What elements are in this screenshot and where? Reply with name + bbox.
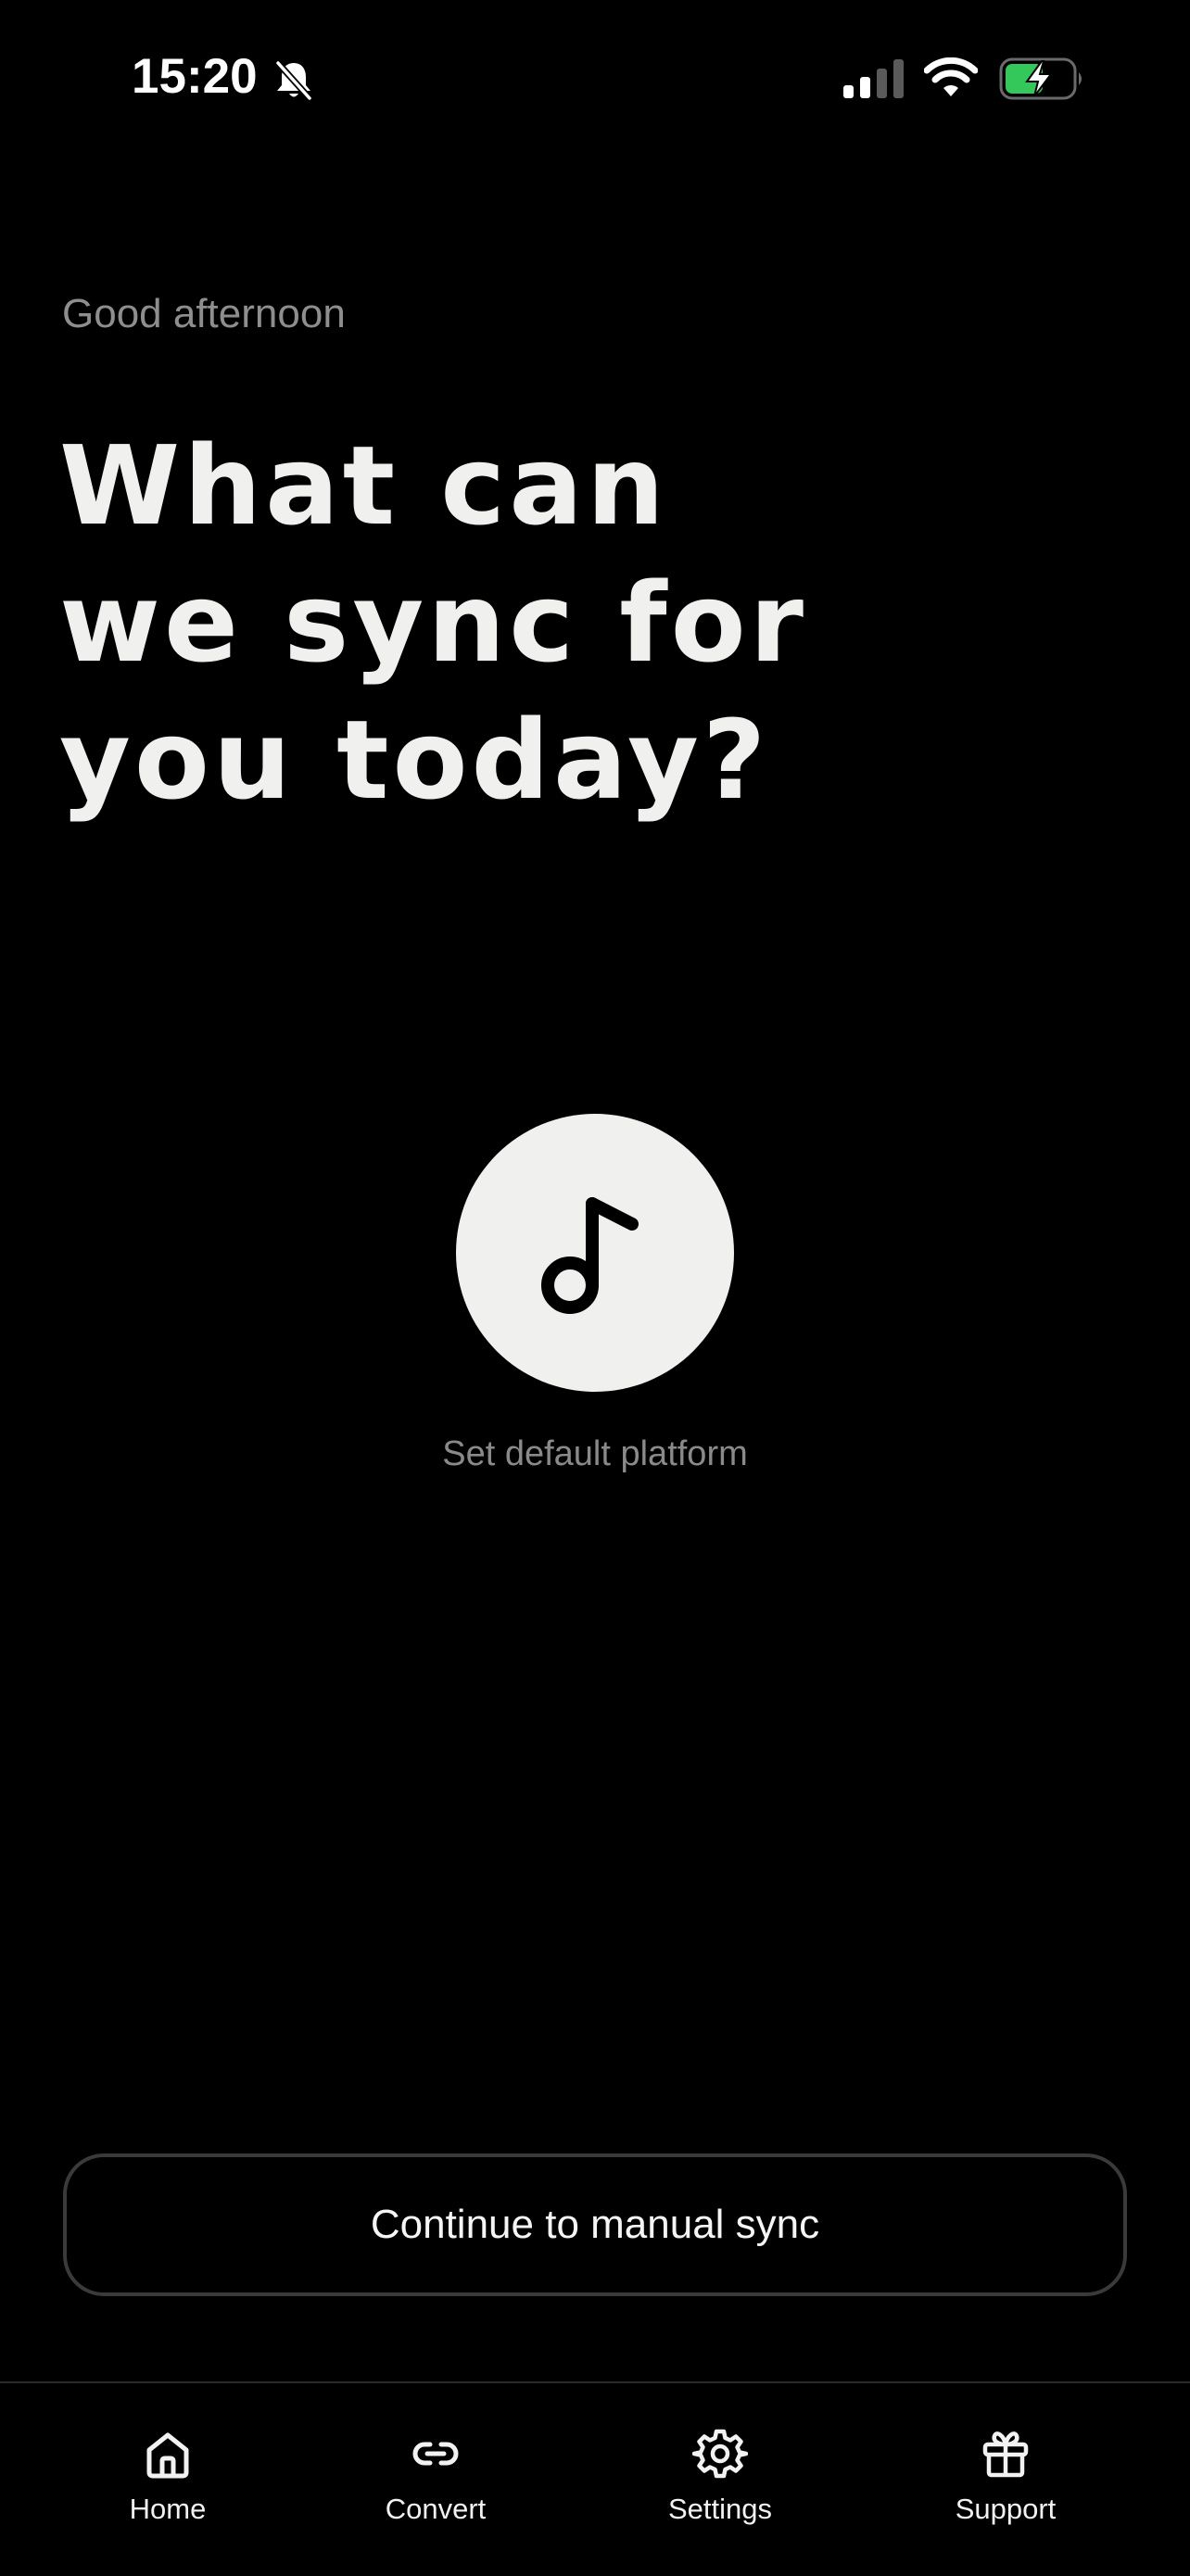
headline-line-2: we sync for [59, 559, 807, 687]
bell-slash-icon [273, 59, 314, 107]
status-bar: 15:20 [0, 0, 1190, 158]
tab-bar: Home Convert Settings Support [0, 2381, 1190, 2576]
tab-support-label: Support [955, 2493, 1057, 2525]
tab-home[interactable]: Home [66, 2426, 270, 2526]
greeting-text: Good afternoon [62, 291, 346, 336]
status-time: 15:20 [132, 49, 258, 104]
platform-label: Set default platform [442, 1434, 748, 1473]
tab-support[interactable]: Support [904, 2426, 1108, 2526]
headline-line-3: you today? [59, 696, 770, 824]
cellular-signal-icon [843, 59, 905, 103]
manual-sync-button[interactable]: Continue to manual sync [63, 2153, 1127, 2296]
headline-line-1: What can [59, 422, 668, 549]
tab-convert-label: Convert [385, 2493, 487, 2525]
music-note-icon [541, 1197, 639, 1314]
page-title: What can we sync for you today? [59, 417, 1079, 828]
link-icon [412, 2442, 459, 2466]
tab-convert[interactable]: Convert [334, 2426, 538, 2526]
gear-icon [692, 2429, 748, 2479]
battery-charging-icon [999, 57, 1086, 105]
house-icon [146, 2432, 189, 2479]
gift-icon [982, 2431, 1029, 2478]
tab-home-label: Home [129, 2493, 207, 2525]
tab-settings[interactable]: Settings [618, 2426, 822, 2526]
tab-settings-label: Settings [667, 2493, 772, 2525]
wifi-icon [923, 57, 979, 103]
set-default-platform-button[interactable] [456, 1114, 734, 1392]
